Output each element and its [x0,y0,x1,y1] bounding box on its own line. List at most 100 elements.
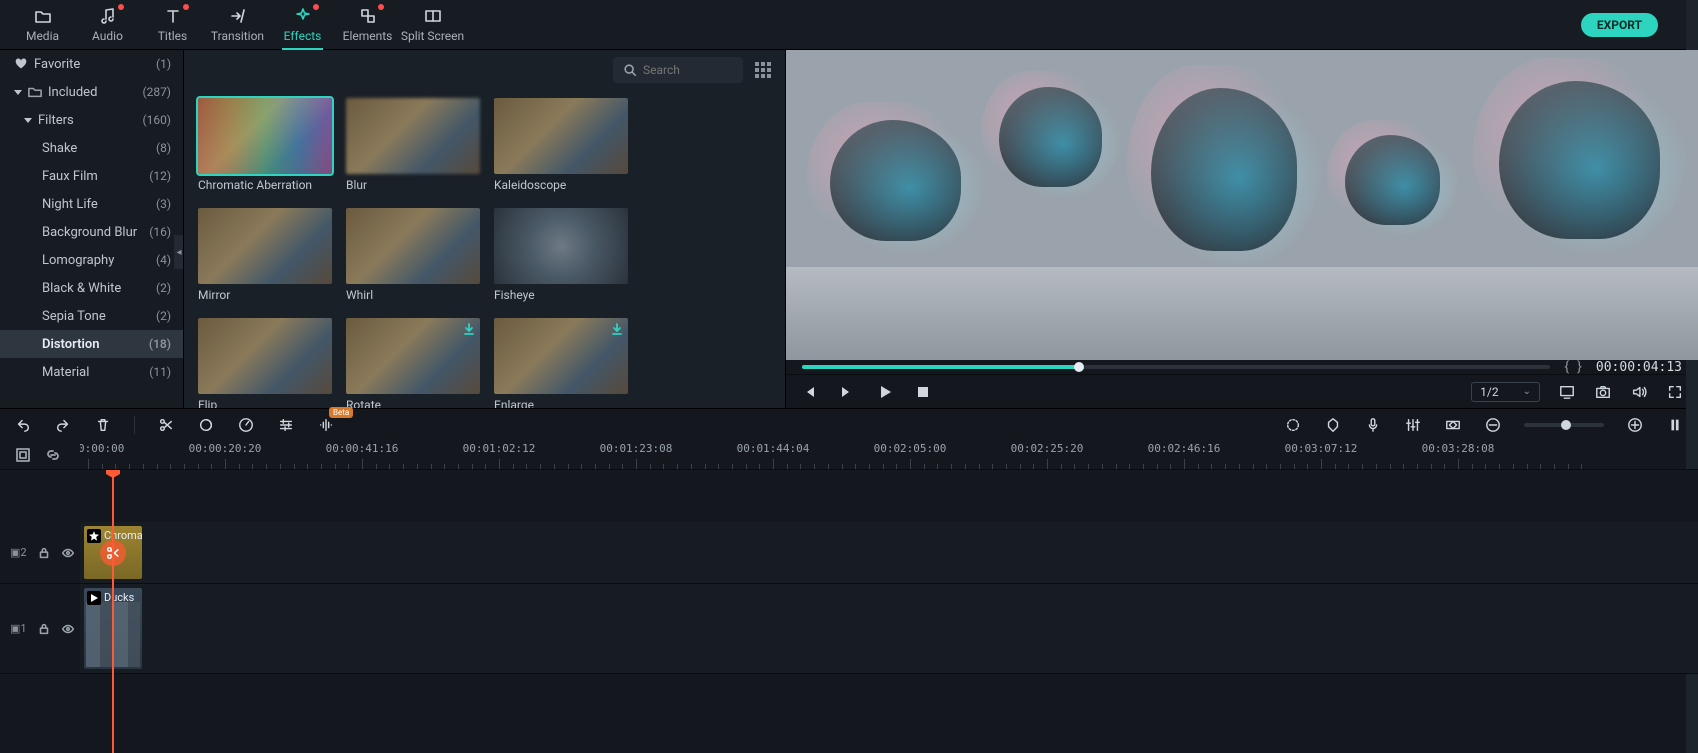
snapshot-button[interactable] [1594,383,1612,401]
fullscreen-button[interactable] [1666,383,1684,401]
undo-button[interactable] [14,416,32,434]
marker-button[interactable] [1324,416,1342,434]
effect-thumbnail[interactable] [494,98,628,174]
link-button[interactable] [44,446,62,464]
eye-icon[interactable] [61,546,75,560]
sidebar-filter-item[interactable]: Distortion(18) [0,330,183,358]
view-grid-button[interactable] [755,62,771,78]
sidebar-filter-item[interactable]: Material(11) [0,358,183,386]
effect-thumbnail[interactable] [494,318,628,394]
preview-progress-knob[interactable] [1074,362,1084,372]
preview-progress-track[interactable] [802,365,1550,369]
audio-mixer-button[interactable] [1404,416,1422,434]
eye-icon[interactable] [61,622,75,636]
timeline-tracks[interactable]: ▣2 Chromati ▣1 [0,470,1698,753]
step-back-button[interactable] [800,383,818,401]
effect-item[interactable]: Mirror [198,208,332,302]
keyframe-button[interactable] [1444,416,1462,434]
tab-effects[interactable]: Effects [270,0,335,50]
tab-titles[interactable]: Titles [140,0,205,50]
render-button[interactable] [1284,416,1302,434]
display-button[interactable] [1558,383,1576,401]
timeline: 00:00:00:0000:00:20:2000:00:41:1600:01:0… [0,440,1698,753]
volume-button[interactable] [1630,383,1648,401]
sidebar-filter-item[interactable]: Black & White(2) [0,274,183,302]
effect-item[interactable]: Blur [346,98,480,192]
ratio-label: 1/2 [1480,385,1498,399]
search-box[interactable] [613,57,743,83]
preview-canvas[interactable] [786,50,1698,360]
tab-media[interactable]: Media [10,0,75,50]
sidebar-favorite[interactable]: Favorite (1) [0,50,183,78]
redo-button[interactable] [54,416,72,434]
speed-button[interactable] [237,416,255,434]
sidebar-count: (18) [149,337,171,351]
sidebar-filter-item[interactable]: Shake(8) [0,134,183,162]
export-button[interactable]: EXPORT [1581,13,1658,37]
effect-label: Flip [198,398,332,408]
effect-thumbnail[interactable] [198,318,332,394]
timeline-options-button[interactable] [14,446,32,464]
split-button[interactable] [157,416,175,434]
mark-in[interactable]: { [1564,359,1569,375]
category-sidebar[interactable]: Favorite (1) Included (287) Filters (160… [0,50,184,408]
ruler-label: 00:00:00:00 [80,442,124,455]
tab-transition[interactable]: Transition [205,0,270,50]
voiceover-button[interactable] [1364,416,1382,434]
lock-icon[interactable] [37,546,51,560]
notification-dot [378,4,384,10]
sidebar-filter-item[interactable]: Sepia Tone(2) [0,302,183,330]
sidebar-filter-item[interactable]: Background Blur(16) [0,218,183,246]
sidebar-filter-item[interactable]: Lomography(4) [0,246,183,274]
color-button[interactable] [197,416,215,434]
search-icon [623,63,637,77]
effect-item[interactable]: Flip [198,318,332,408]
play-button[interactable] [876,383,894,401]
divider [134,416,135,434]
tab-audio[interactable]: Audio [75,0,140,50]
audio-beat-button[interactable] [317,416,335,434]
timeline-track-fx[interactable]: ▣2 Chromati [0,522,1698,584]
delete-button[interactable] [94,416,112,434]
preview-quality-select[interactable]: 1/2⌄ [1471,382,1540,402]
effect-item[interactable]: Rotate [346,318,480,408]
lock-icon[interactable] [37,622,51,636]
sparkle-icon [294,7,312,25]
sidebar-filter-item[interactable]: Faux Film(12) [0,162,183,190]
sidebar-label: Night Life [42,197,98,212]
stop-button[interactable] [914,383,932,401]
sidebar-collapse-handle[interactable]: ◂ [174,235,184,269]
sidebar-filter-item[interactable]: Night Life(3) [0,190,183,218]
sidebar-included[interactable]: Included (287) [0,78,183,106]
sidebar-count: (16) [149,225,171,239]
effect-thumbnail[interactable] [198,98,332,174]
timeline-empty-track[interactable] [0,470,1698,522]
effect-item[interactable]: Whirl [346,208,480,302]
zoom-slider[interactable] [1524,423,1604,427]
effect-thumbnail[interactable] [346,98,480,174]
mark-out[interactable]: } [1577,359,1582,375]
effect-thumbnail[interactable] [346,208,480,284]
effects-grid[interactable]: Chromatic AberrationBlurKaleidoscope Mirr… [184,90,785,408]
effect-item[interactable]: Fisheye [494,208,628,302]
search-input[interactable] [643,63,723,77]
effect-item[interactable]: Chromatic Aberration [198,98,332,192]
timeline-ruler[interactable]: 00:00:00:0000:00:20:2000:00:41:1600:01:0… [0,440,1698,470]
zoom-fit-button[interactable] [1666,416,1684,434]
effect-item[interactable]: Kaleidoscope [494,98,628,192]
effect-item[interactable]: Enlarge [494,318,628,408]
sidebar-filters-header[interactable]: Filters (160) [0,106,183,134]
zoom-out-button[interactable] [1484,416,1502,434]
timeline-track-video[interactable]: ▣1 Ducks [0,584,1698,674]
timeline-playhead[interactable] [112,470,114,753]
effect-thumbnail[interactable] [346,318,480,394]
tab-elements[interactable]: Elements [335,0,400,50]
folder-icon [28,85,42,99]
tab-splitscreen[interactable]: Split Screen [400,0,465,50]
effect-thumbnail[interactable] [198,208,332,284]
adjust-button[interactable] [277,416,295,434]
zoom-in-button[interactable] [1626,416,1644,434]
zoom-knob[interactable] [1561,420,1571,430]
step-forward-button[interactable] [838,383,856,401]
effect-thumbnail[interactable] [494,208,628,284]
